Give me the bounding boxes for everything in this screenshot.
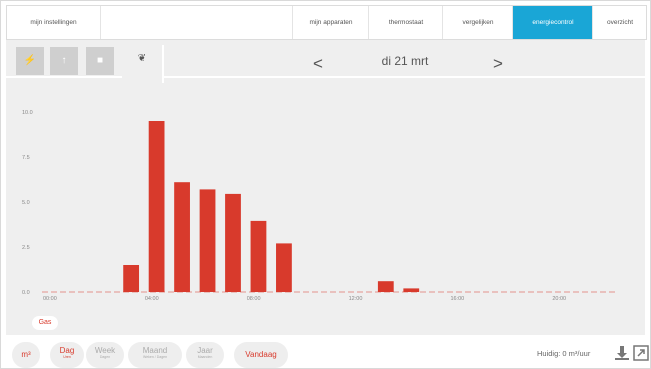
bar [377, 281, 394, 292]
x-tick-label: 16:00 [450, 296, 464, 302]
y-tick-label: 10.0 [22, 110, 33, 116]
period-sub: Uren [63, 355, 71, 359]
y-tick-label: 7.5 [22, 155, 30, 161]
current-usage: Huidig: 0 m³/uur [537, 349, 591, 358]
gas-usage-chart: 0.0 2.5 5.0 7.5 10.0 00:00 04:00 08:00 12:00 16:0… [22, 110, 615, 302]
y-tick-label: 0.0 [22, 290, 30, 296]
bar [123, 265, 140, 292]
legend-gas[interactable]: Gas [32, 316, 58, 330]
period-sub: Weken / Dagen [142, 355, 168, 359]
unit-toggle[interactable]: m³ [12, 342, 40, 368]
download-icon[interactable] [614, 345, 630, 361]
period-month[interactable]: Maand Weken / Dagen [128, 342, 182, 368]
period-label: Week [94, 346, 116, 355]
period-sub: Dagen [99, 355, 111, 359]
period-label: Jaar [197, 346, 213, 355]
bar [403, 288, 420, 292]
x-tick-label: 00:00 [43, 296, 57, 302]
x-tick-label: 20:00 [552, 296, 566, 302]
period-sub: Maanden [197, 355, 213, 359]
period-label: Dag [59, 346, 75, 355]
period-label: Maand [142, 346, 168, 355]
bar [148, 121, 165, 292]
bar [250, 220, 267, 292]
expand-icon[interactable] [633, 345, 649, 361]
y-tick-label: 2.5 [22, 245, 30, 251]
today-button[interactable]: Vandaag [234, 342, 288, 368]
bar [225, 193, 241, 292]
period-week[interactable]: Week Dagen [86, 342, 124, 368]
x-tick-label: 12:00 [349, 296, 363, 302]
bar [199, 189, 216, 292]
x-tick-label: 08:00 [247, 296, 261, 302]
period-year[interactable]: Jaar Maanden [186, 342, 224, 368]
period-day[interactable]: Dag Uren [50, 342, 84, 368]
bar [276, 243, 292, 292]
y-tick-label: 5.0 [22, 200, 30, 206]
x-tick-label: 04:00 [145, 296, 159, 302]
bar [174, 182, 190, 292]
